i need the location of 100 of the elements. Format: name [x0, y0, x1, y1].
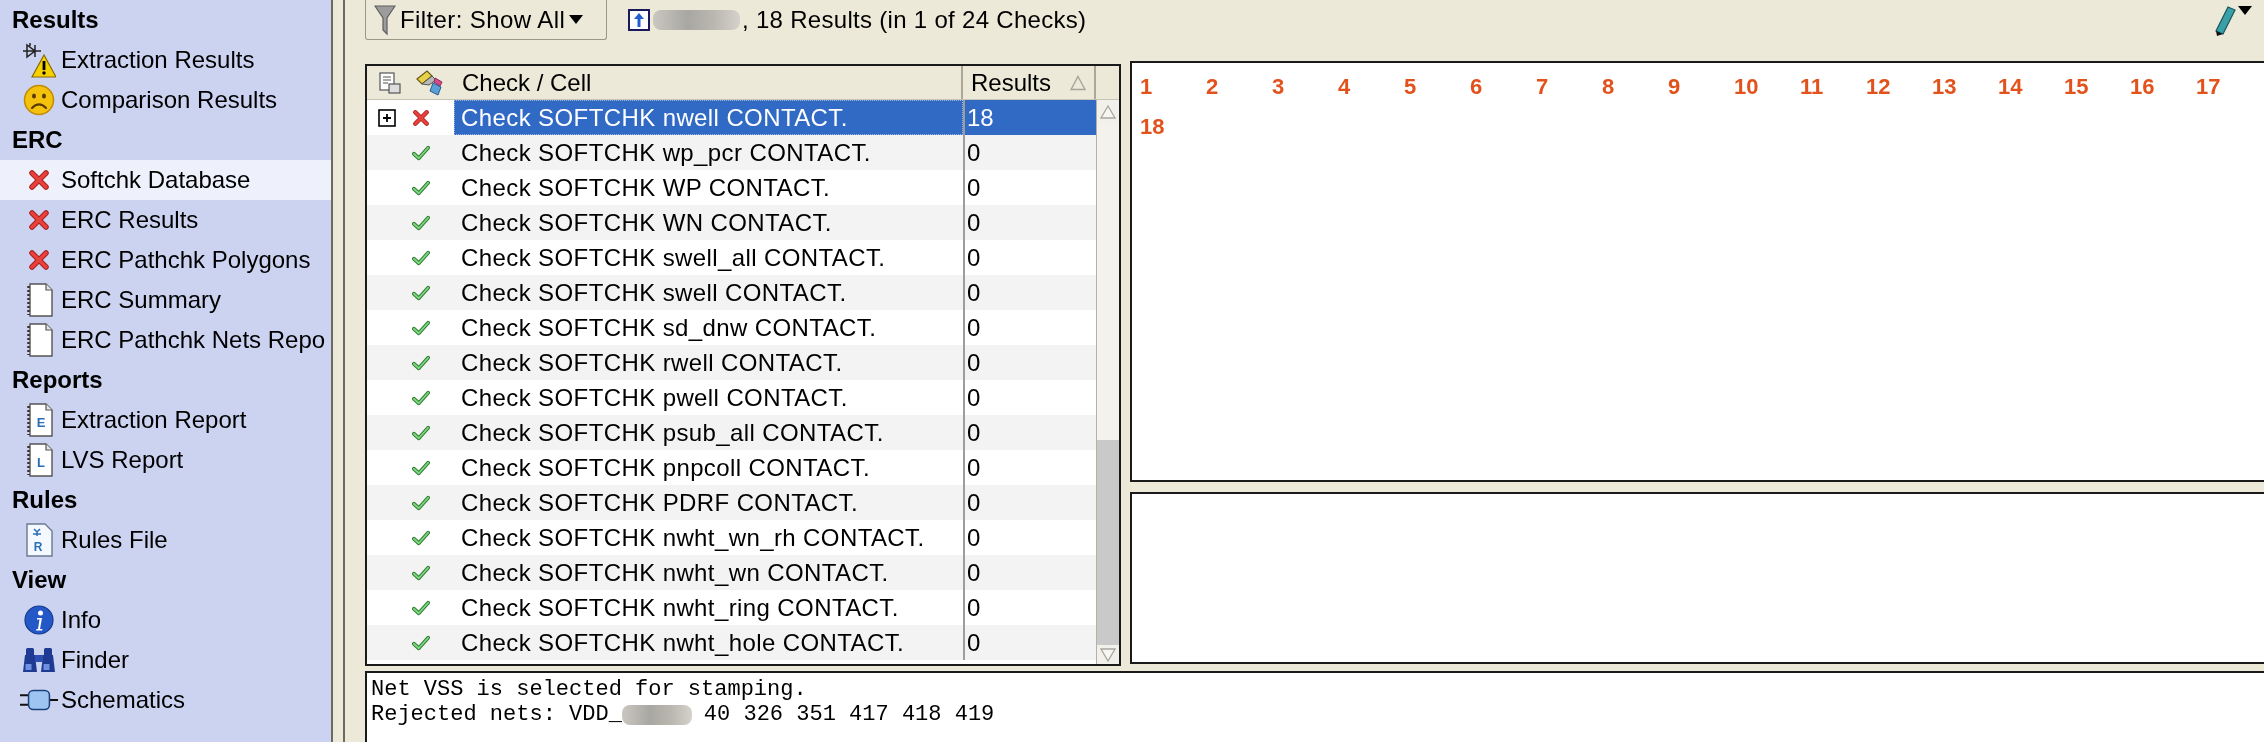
table-row[interactable]: Check SOFTCHK nwht_hole CONTACT. 0 [367, 625, 1096, 660]
table-row[interactable]: Check SOFTCHK WN CONTACT. 0 [367, 205, 1096, 240]
filter-button[interactable]: Filter: Show All [365, 0, 607, 40]
sidebar-item-label: Finder [61, 646, 130, 674]
caret-down-icon [2238, 6, 2252, 15]
log-line: Net VSS is selected for stamping. [371, 677, 807, 702]
info-icon [24, 605, 54, 635]
sidebar-item-label: LVS Report [61, 446, 184, 474]
pencil-icon[interactable] [415, 68, 445, 97]
sidebar-item[interactable]: ERC Results [0, 200, 331, 240]
sidebar-item[interactable]: Extraction Results [0, 40, 331, 80]
log-line: Rejected nets: VDD_ [371, 702, 622, 727]
document-icon [25, 283, 53, 317]
result-number[interactable]: 7 [1536, 67, 1549, 107]
sidebar-item-label: ERC Pathchk Polygons [61, 246, 311, 274]
sidebar-item[interactable]: Comparison Results [0, 80, 331, 120]
result-number[interactable]: 16 [2130, 67, 2155, 107]
sad-face-icon [23, 84, 55, 116]
scroll-up-arrow-icon [1100, 105, 1116, 119]
result-number[interactable]: 1 [1140, 67, 1153, 107]
scroll-down-arrow-icon [1100, 647, 1116, 662]
caret-down-icon [569, 15, 584, 24]
sidebar-item[interactable]: Finder [0, 640, 331, 680]
log-line: 40 326 351 417 418 419 [703, 702, 995, 727]
result-number[interactable]: 13 [1932, 67, 1957, 107]
table-cell-text: Check SOFTCHK nwht_wn_rh CONTACT. [460, 523, 926, 553]
results-summary: , 18 Results (in 1 of 24 Checks) [742, 6, 1087, 34]
sidebar-heading: ERC [11, 125, 64, 155]
result-number[interactable]: 14 [1998, 67, 2023, 107]
table-cell: Check SOFTCHK nwell CONTACT. [454, 100, 963, 135]
list-icon[interactable] [379, 71, 401, 94]
sidebar-item-label: Rules File [61, 526, 168, 554]
table-row[interactable]: Check SOFTCHK psub_all CONTACT. 0 [367, 415, 1096, 450]
up-arrow-square-icon [627, 7, 651, 33]
table-row[interactable]: Check SOFTCHK wp_pcr CONTACT. 0 [367, 135, 1096, 170]
column-header-label: Check / Cell [462, 68, 592, 97]
sidebar-heading: View [11, 565, 68, 595]
table-cell-text: Check SOFTCHK PDRF CONTACT. [460, 488, 860, 518]
result-number[interactable]: 10 [1734, 67, 1759, 107]
sidebar-item-label: Comparison Results [61, 86, 278, 114]
plug-icon [20, 688, 58, 712]
table-cell-text: Check SOFTCHK swell_all CONTACT. [460, 243, 887, 273]
result-number[interactable]: 3 [1272, 67, 1285, 107]
pen-icon [2214, 6, 2236, 36]
result-number[interactable]: 9 [1668, 67, 1681, 107]
sidebar-item-label: Schematics [61, 686, 186, 714]
table-cell-text: Check SOFTCHK pnpcoll CONTACT. [460, 453, 871, 483]
table-cell: 18 [963, 100, 1096, 135]
binoculars-icon [22, 646, 56, 674]
result-number[interactable]: 11 [1800, 67, 1824, 107]
diode-warning-icon [22, 42, 56, 78]
result-number[interactable]: 6 [1470, 67, 1483, 107]
table-cell-text: Check SOFTCHK rwell CONTACT. [460, 348, 844, 378]
funnel-icon [374, 3, 396, 36]
result-number[interactable]: 2 [1206, 67, 1219, 107]
sidebar-item[interactable]: L LVS Report [0, 440, 331, 480]
x-mark-icon [28, 169, 50, 191]
sidebar-item[interactable]: E Extraction Report [0, 400, 331, 440]
table-cell-text: Check SOFTCHK nwht_hole CONTACT. [460, 628, 906, 658]
table-cell-text: Check SOFTCHK nwht_wn CONTACT. [460, 558, 890, 588]
sidebar-item-label: ERC Summary [61, 286, 222, 314]
result-number[interactable]: 8 [1602, 67, 1615, 107]
sidebar-heading: Results [11, 5, 100, 35]
sidebar-item-label: Extraction Results [61, 46, 255, 74]
document-icon [25, 323, 53, 357]
sidebar-item[interactable]: ERC Pathchk Polygons [0, 240, 331, 280]
table-cell-text: Check SOFTCHK sd_dnw CONTACT. [460, 313, 878, 343]
scrollbar-thumb[interactable] [1097, 440, 1119, 645]
sidebar-item[interactable]: Info [0, 600, 331, 640]
table-cell-text: Check SOFTCHK WP CONTACT. [460, 173, 832, 203]
table-row[interactable]: Check SOFTCHK PDRF CONTACT. 0 [367, 485, 1096, 520]
sidebar-item-label: ERC Results [61, 206, 199, 234]
sidebar-item-label: Softchk Database [61, 166, 251, 194]
result-number[interactable]: 17 [2196, 67, 2221, 107]
table-cell-text: Check SOFTCHK psub_all CONTACT. [460, 418, 885, 448]
table-row[interactable]: Check SOFTCHK swell CONTACT. 0 [367, 275, 1096, 310]
result-number[interactable]: 15 [2064, 67, 2089, 107]
table-cell-text: Check SOFTCHK swell CONTACT. [460, 278, 848, 308]
vertical-scrollbar[interactable] [1096, 100, 1119, 664]
x-mark-icon [28, 249, 50, 271]
sidebar-item[interactable]: Softchk Database [0, 160, 331, 200]
result-number[interactable]: 18 [1140, 107, 1165, 147]
sidebar-item[interactable]: R Rules File [0, 520, 331, 560]
sidebar-heading: Reports [11, 365, 104, 395]
result-number[interactable]: 4 [1338, 67, 1351, 107]
table-cell-text: Check SOFTCHK WN CONTACT. [460, 208, 833, 238]
sidebar-item-label: Info [61, 606, 102, 634]
splitter-bar[interactable] [331, 0, 345, 742]
result-number[interactable]: 12 [1866, 67, 1891, 107]
rules-document-icon: R [25, 523, 53, 557]
sidebar-item[interactable]: ERC Summary [0, 280, 331, 320]
sidebar-item[interactable]: Schematics [0, 680, 331, 720]
column-header-label: Results [971, 68, 1052, 97]
expand-plus-icon[interactable] [378, 108, 396, 127]
sidebar-heading: Rules [11, 485, 79, 515]
table-row[interactable]: Check SOFTCHK nwht_wn CONTACT. 0 [367, 555, 1096, 590]
sidebar-item[interactable]: ERC Pathchk Nets Repo [0, 320, 331, 360]
sidebar-item-label: Extraction Report [61, 406, 247, 434]
result-number[interactable]: 5 [1404, 67, 1417, 107]
table-row[interactable]: Check SOFTCHK rwell CONTACT. 0 [367, 345, 1096, 380]
